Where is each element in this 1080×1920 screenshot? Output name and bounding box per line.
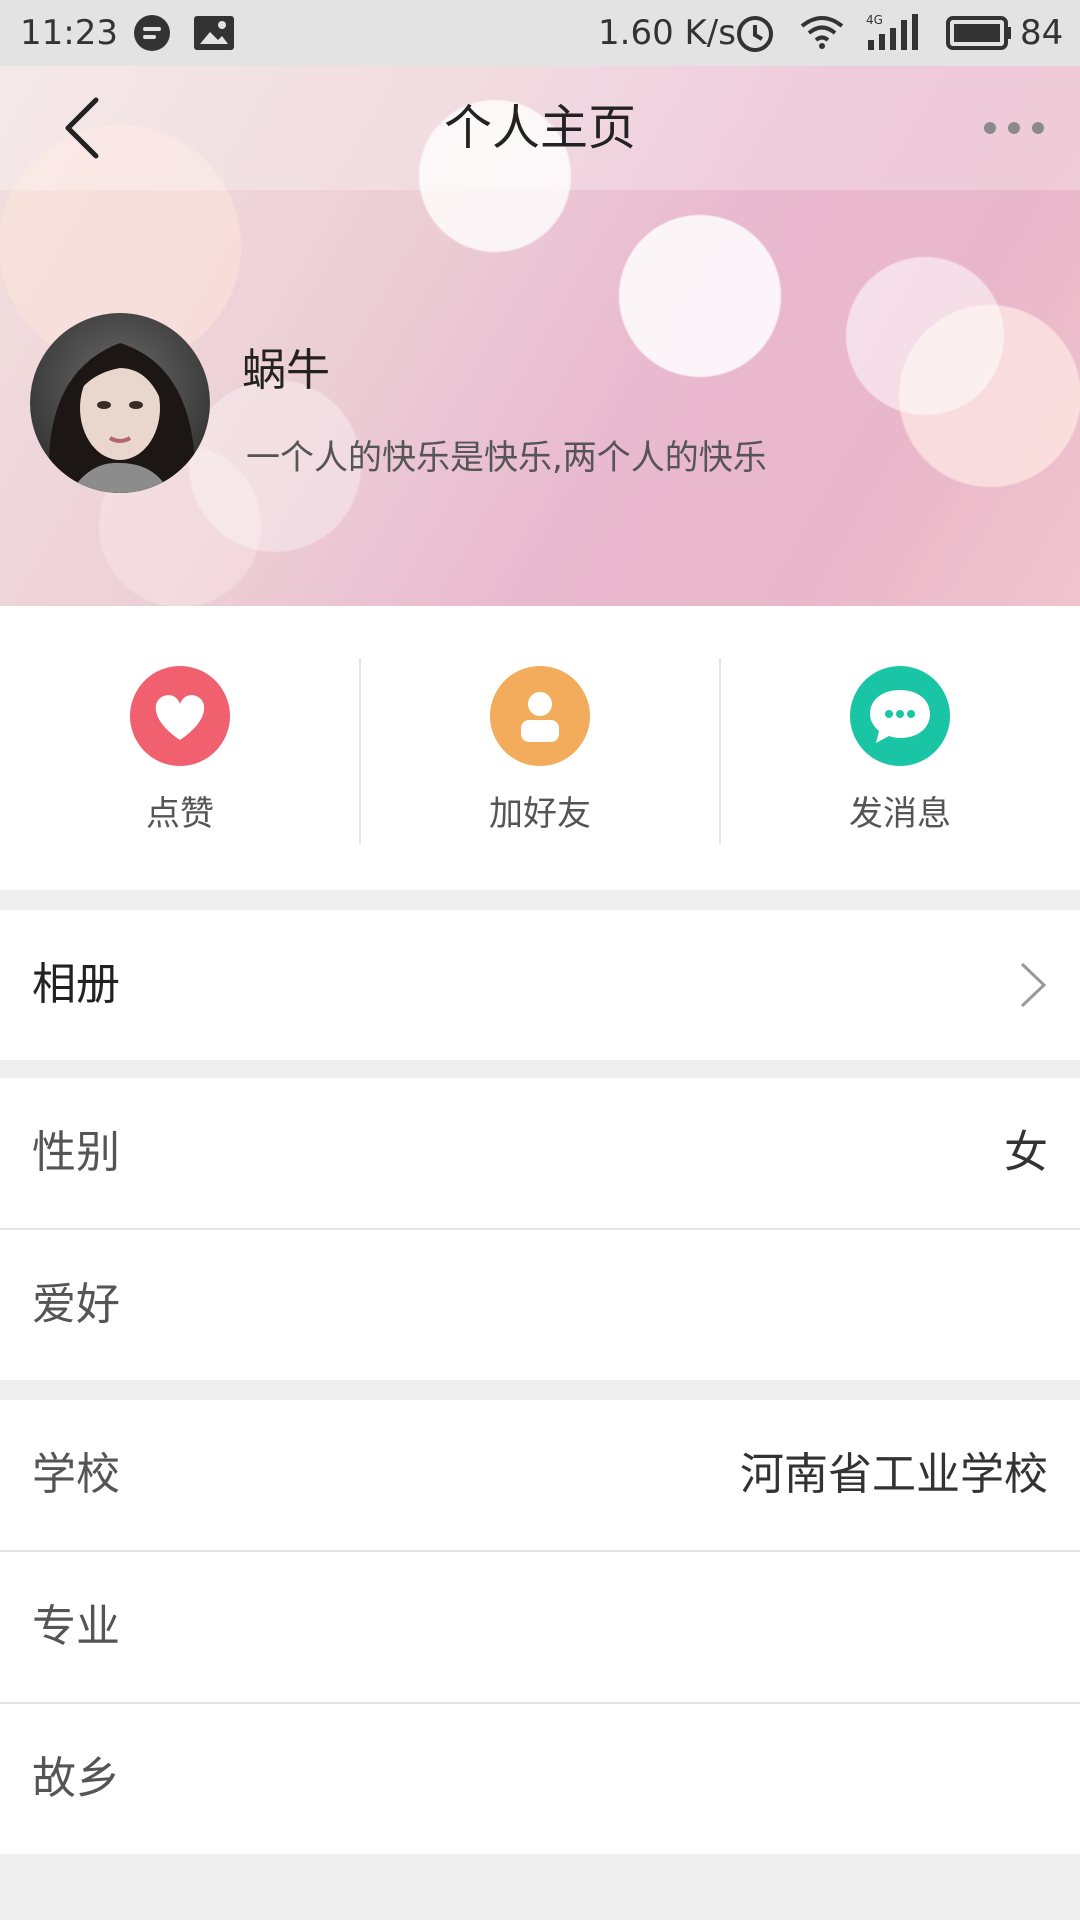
avatar[interactable]: [30, 313, 210, 493]
add-friend-label: 加好友: [489, 794, 591, 834]
nav-bar: 个人主页: [0, 66, 1080, 190]
hometown-row: 故乡: [0, 1704, 1080, 1854]
school-value: 河南省工业学校: [740, 1449, 1048, 1500]
network-speed: 1.60 K/s: [598, 13, 736, 53]
person-icon: [521, 692, 559, 742]
profile-signature: 一个人的快乐是快乐,两个人的快乐: [246, 438, 767, 478]
album-row[interactable]: 相册: [0, 910, 1080, 1060]
more-dot: [1032, 122, 1044, 134]
like-circle: [130, 666, 230, 766]
major-label: 专业: [32, 1601, 120, 1652]
gender-label: 性别: [32, 1127, 120, 1178]
school-row: 学校 河南省工业学校: [0, 1400, 1080, 1550]
status-bar: 11:23 1.60 K/s 4G 84: [0, 0, 1080, 66]
add-friend-circle: [490, 666, 590, 766]
chevron-right-icon: [1020, 962, 1047, 1008]
gender-value: 女: [1004, 1127, 1048, 1178]
send-message-circle: [850, 666, 950, 766]
heart-icon: [155, 695, 205, 740]
page-title: 个人主页: [443, 100, 636, 156]
send-message-label: 发消息: [849, 794, 951, 834]
more-dots-icon: [984, 122, 996, 134]
add-friend-button[interactable]: 加好友: [360, 606, 720, 890]
more-dot: [1008, 122, 1020, 134]
like-label: 点赞: [146, 794, 214, 834]
alarm-icon: [737, 16, 773, 52]
status-time: 11:23: [20, 13, 118, 53]
avatar-image: [30, 313, 210, 493]
album-label: 相册: [32, 959, 120, 1010]
hobby-label: 爱好: [32, 1279, 120, 1330]
network-type-label: 4G: [866, 13, 883, 27]
more-button[interactable]: [978, 110, 1058, 146]
send-message-button[interactable]: 发消息: [720, 606, 1080, 890]
battery-icon: [946, 16, 1011, 50]
battery-level: 84: [1020, 13, 1064, 53]
gender-row: 性别 女: [0, 1078, 1080, 1228]
chat-bubble-icon: [870, 690, 930, 743]
cellular-signal-icon: 4G: [866, 13, 918, 50]
school-label: 学校: [32, 1449, 120, 1500]
chat-notification-icon: [134, 15, 170, 51]
like-button[interactable]: 点赞: [0, 606, 360, 890]
profile-banner: 个人主页 蜗牛 一个人的快乐是快乐,两个人的快乐: [0, 66, 1080, 606]
major-row: 专业: [0, 1552, 1080, 1702]
image-notification-icon: [194, 16, 234, 50]
action-row: 点赞 加好友 发消息: [0, 606, 1080, 890]
wifi-icon: [800, 16, 844, 49]
hometown-label: 故乡: [32, 1753, 120, 1804]
hobby-row: 爱好: [0, 1230, 1080, 1380]
profile-name: 蜗牛: [242, 345, 330, 396]
